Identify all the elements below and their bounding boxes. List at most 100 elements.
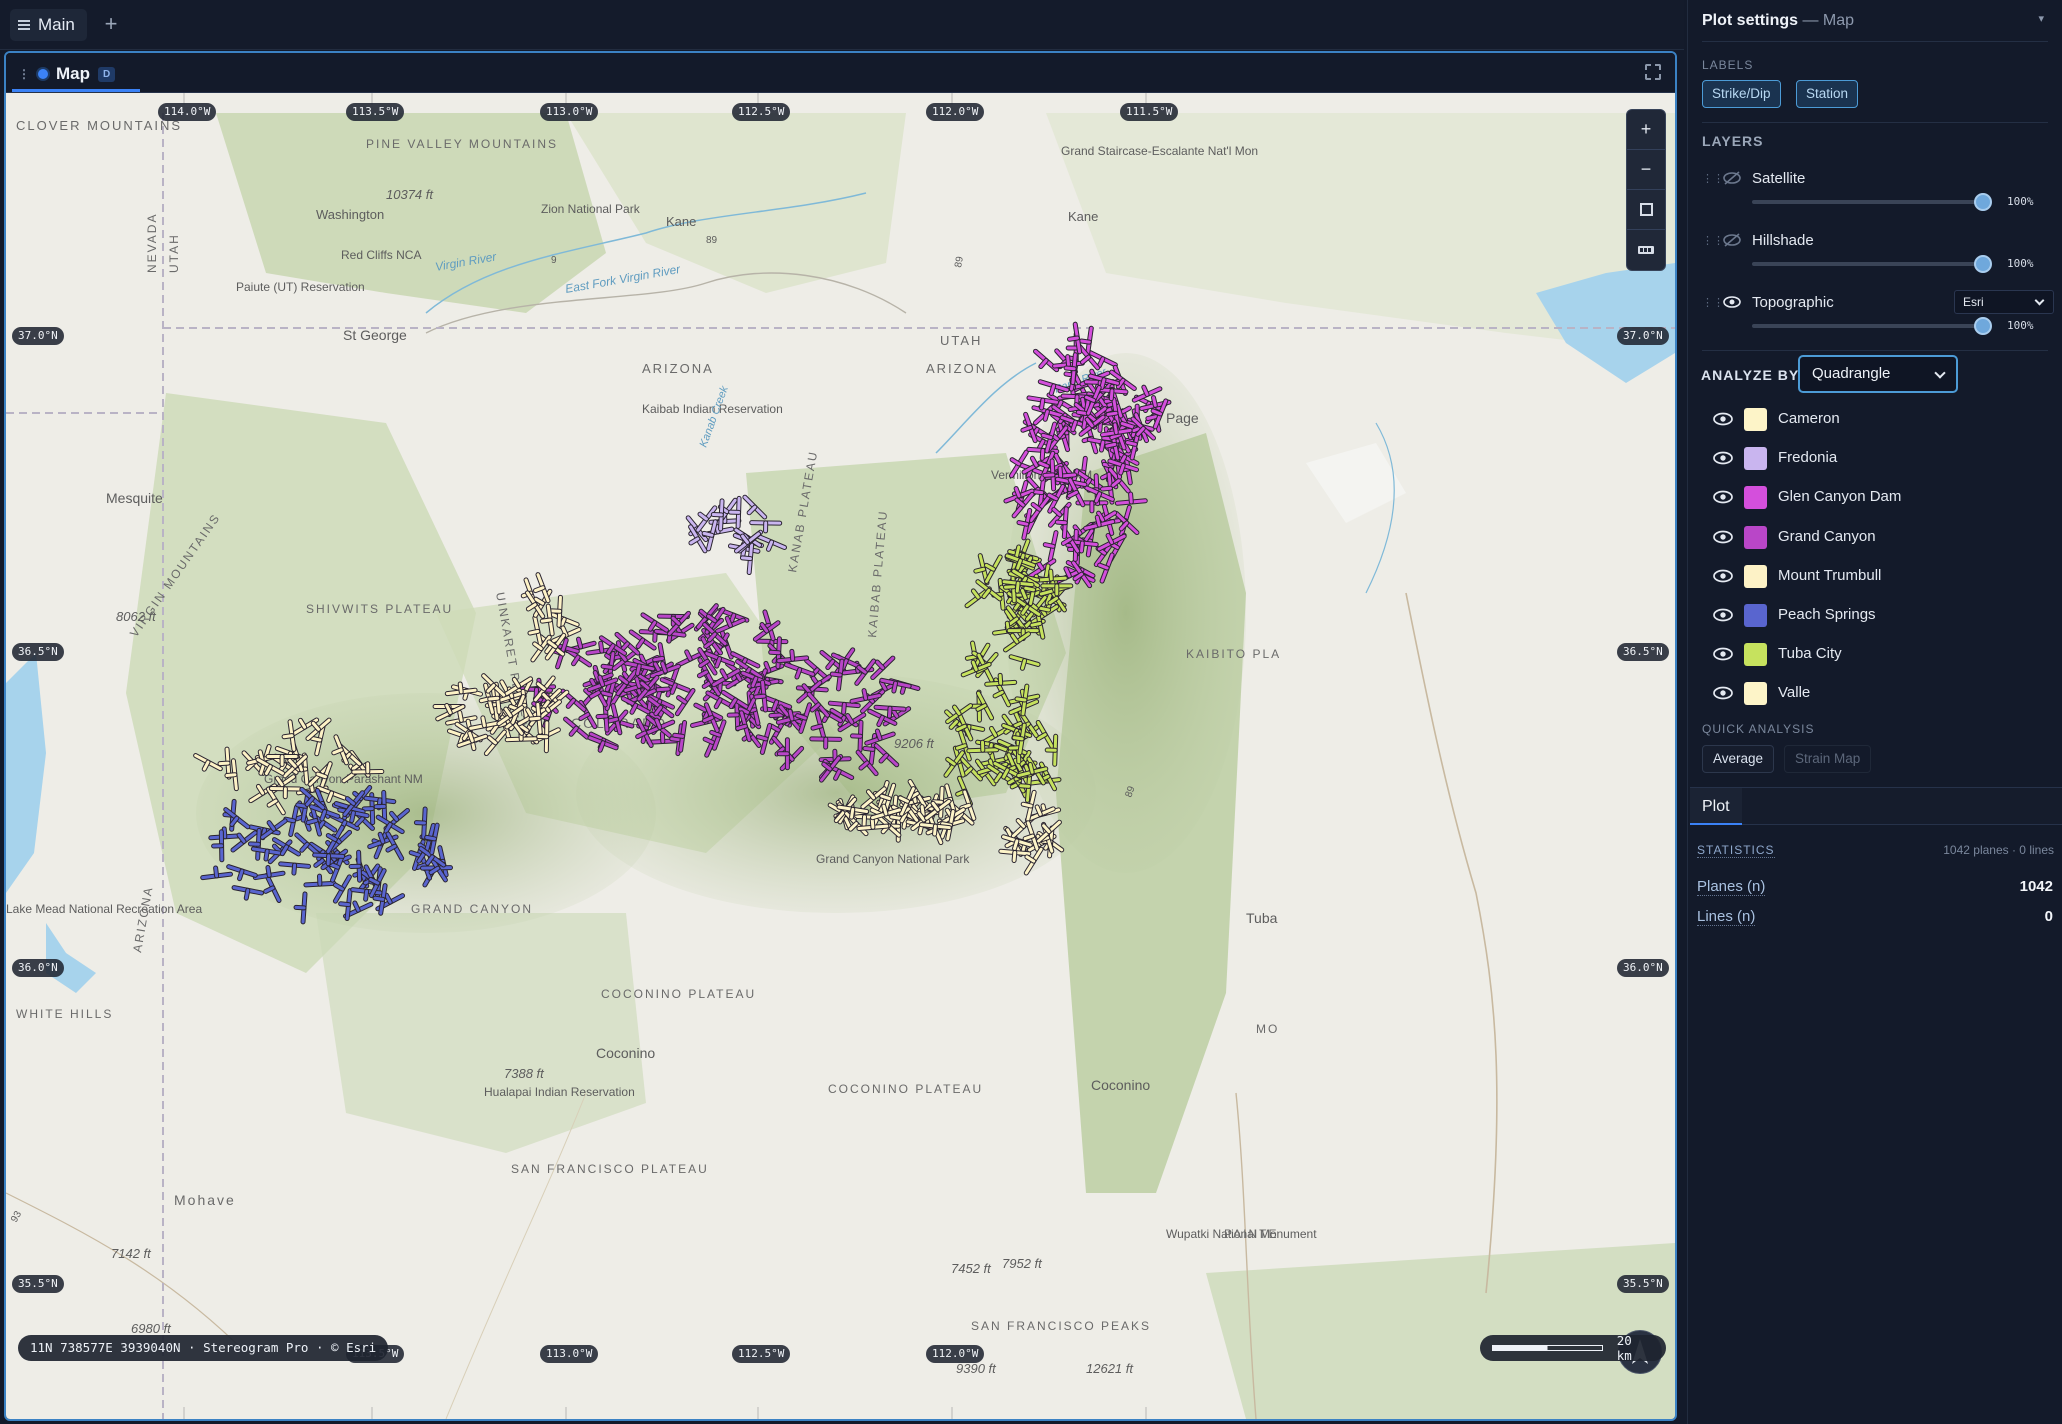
stat-label[interactable]: Planes (n) — [1697, 878, 1766, 896]
place-label: Tuba — [1246, 910, 1278, 926]
place-label: 9390 ft — [956, 1361, 997, 1376]
place-label: 8062 ft — [116, 609, 157, 624]
place-label: NEVADA — [145, 213, 159, 273]
eye-icon[interactable] — [1722, 294, 1742, 310]
latitude-label: 36.0°N — [12, 959, 64, 977]
label-chip-strike-dip[interactable]: Strike/Dip — [1702, 80, 1781, 108]
basemap-source-select[interactable]: Esri — [1954, 290, 2054, 314]
place-label: 12621 ft — [1086, 1361, 1134, 1376]
longitude-label: 112.5°W — [732, 1345, 791, 1363]
longitude-label: 112.0°W — [926, 1345, 985, 1363]
tab-plot[interactable]: Plot — [1690, 788, 1742, 825]
place-label: COCONINO PLATEAU — [601, 987, 756, 1001]
fit-extent-button[interactable] — [1627, 190, 1665, 230]
statistics-summary: 1042 planes · 0 lines — [1943, 843, 2054, 857]
quadrangle-item[interactable]: Grand Canyon — [1712, 523, 2042, 553]
stat-value: 1042 — [2019, 878, 2053, 895]
quadrangle-item[interactable]: Fredonia — [1712, 444, 2042, 474]
drag-handle-icon[interactable]: ⋮ — [18, 67, 30, 81]
place-label: 7952 ft — [1002, 1256, 1043, 1271]
sidebar-title: Plot settings — Map — [1702, 12, 1854, 30]
opacity-slider-handle[interactable] — [1974, 317, 1992, 335]
quadrangle-name: Glen Canyon Dam — [1778, 488, 1902, 506]
label-chip-station[interactable]: Station — [1796, 80, 1859, 108]
panel-badge: D — [98, 66, 116, 82]
eye-icon[interactable] — [1712, 489, 1734, 505]
longitude-label: 112.0°W — [926, 103, 985, 121]
strain-map-button[interactable]: Strain Map — [1784, 745, 1872, 773]
place-label: Paiute (UT) Reservation — [236, 280, 365, 294]
longitude-label: 113.0°W — [540, 1345, 599, 1363]
latitude-label: 36.5°N — [12, 643, 64, 661]
collapse-icon[interactable]: ▾ — [2038, 12, 2044, 25]
layer-name: Hillshade — [1752, 232, 1814, 249]
color-swatch[interactable] — [1744, 408, 1767, 431]
drag-handle-icon[interactable]: ⋮⋮ — [1702, 234, 1724, 247]
app-root: Main + ⋮ Map D CLOVER MOUNTAINS PINE VAL… — [0, 0, 2062, 1424]
place-label: 6980 ft — [131, 1321, 172, 1336]
layer-name: Satellite — [1752, 170, 1806, 187]
opacity-slider-handle[interactable] — [1974, 255, 1992, 273]
quadrangle-item[interactable]: Peach Springs — [1712, 601, 2042, 631]
measure-button[interactable] — [1627, 230, 1665, 270]
opacity-slider-handle[interactable] — [1974, 193, 1992, 211]
average-button[interactable]: Average — [1702, 745, 1775, 773]
eye-icon[interactable] — [1712, 568, 1734, 584]
quadrangle-item[interactable]: Cameron — [1712, 405, 2042, 435]
place-label: UTAH — [167, 233, 181, 273]
place-label: CLOVER MOUNTAINS — [16, 118, 182, 133]
quadrangle-item[interactable]: Tuba City — [1712, 640, 2042, 670]
color-swatch[interactable] — [1744, 643, 1767, 667]
zoom-in-button[interactable]: + — [1627, 110, 1665, 150]
eye-off-icon[interactable] — [1722, 232, 1742, 248]
color-swatch[interactable] — [1744, 486, 1767, 510]
latitude-label: 35.5°N — [1617, 1275, 1669, 1293]
color-swatch[interactable] — [1744, 564, 1767, 588]
place-label: Coconino — [1091, 1077, 1150, 1093]
eye-icon[interactable] — [1712, 529, 1734, 545]
stat-label[interactable]: Lines (n) — [1697, 908, 1756, 926]
opacity-slider-track[interactable] — [1752, 200, 1982, 204]
stat-value: 0 — [2044, 908, 2053, 925]
eye-icon[interactable] — [1712, 607, 1734, 623]
eye-off-icon[interactable] — [1722, 170, 1742, 186]
eye-icon[interactable] — [1712, 685, 1734, 701]
layer-topographic: ⋮⋮ Topographic Esri 100% — [1702, 288, 2054, 346]
expand-icon[interactable] — [1645, 64, 1661, 80]
map-canvas[interactable]: CLOVER MOUNTAINS PINE VALLEY MOUNTAINS NEV… — [6, 93, 1675, 1419]
map-svg[interactable]: CLOVER MOUNTAINS PINE VALLEY MOUNTAINS NEV… — [6, 93, 1675, 1419]
chevron-down-icon — [1934, 367, 1946, 379]
add-tab-button[interactable]: + — [98, 10, 124, 38]
latitude-label: 35.5°N — [12, 1275, 64, 1293]
longitude-label: 111.5°W — [1120, 103, 1179, 121]
analyze-by-select[interactable]: Quadrangle — [1798, 355, 1958, 393]
opacity-value: 100% — [2007, 257, 2034, 270]
drag-handle-icon[interactable]: ⋮⋮ — [1702, 296, 1724, 309]
quadrangle-item[interactable]: Glen Canyon Dam — [1712, 483, 2042, 513]
layer-name: Topographic — [1752, 294, 1834, 311]
place-label: SAN FRANCISCO PLATEAU — [511, 1162, 709, 1176]
quadrangle-name: Tuba City — [1778, 645, 1842, 663]
quadrangle-item[interactable]: Valle — [1712, 679, 2042, 709]
eye-icon[interactable] — [1712, 411, 1734, 427]
drag-handle-icon[interactable]: ⋮⋮ — [1702, 172, 1724, 185]
color-swatch[interactable] — [1744, 525, 1767, 549]
tab-map[interactable]: ⋮ Map D — [18, 57, 116, 91]
eye-icon[interactable] — [1712, 646, 1734, 662]
place-label: Red Cliffs NCA — [341, 248, 421, 262]
quadrangle-item[interactable]: Mount Trumbull — [1712, 562, 2042, 592]
labels-heading: LABELS — [1702, 58, 1754, 72]
quadrangle-name: Fredonia — [1778, 449, 1838, 467]
opacity-slider-track[interactable] — [1752, 324, 1982, 328]
opacity-slider-track[interactable] — [1752, 262, 1982, 266]
layer-hillshade: ⋮⋮ Hillshade 100% — [1702, 226, 2048, 284]
longitude-label: 113.0°W — [540, 103, 599, 121]
analyze-by-heading: ANALYZE BY — [1701, 367, 1800, 383]
zoom-out-button[interactable]: − — [1627, 150, 1665, 190]
color-swatch[interactable] — [1744, 447, 1767, 471]
color-swatch[interactable] — [1744, 604, 1767, 627]
tab-main[interactable]: Main — [10, 9, 87, 41]
eye-icon[interactable] — [1712, 450, 1734, 466]
color-swatch[interactable] — [1744, 682, 1767, 706]
workspace-tab-bar: Main + — [0, 0, 1684, 50]
